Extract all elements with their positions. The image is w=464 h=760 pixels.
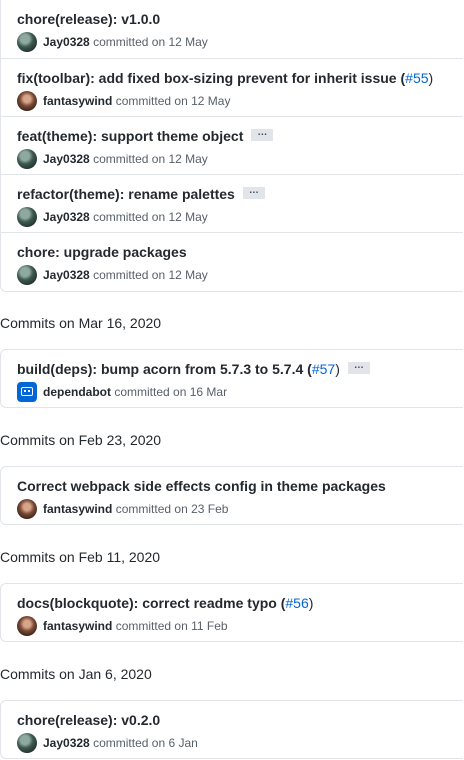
commit-group-date-header: Commits on Feb 11, 2020 [0, 549, 161, 565]
commit-action: committed [115, 94, 172, 108]
commit-action: committed [93, 736, 149, 750]
fantasywind-avatar[interactable] [17, 90, 37, 111]
commit-item: chore(release): v1.0.0 Jay0328 committed… [1, 0, 463, 58]
commit-author-link[interactable]: fantasywind [43, 502, 112, 516]
commit-action: committed [93, 268, 149, 282]
commit-author-link[interactable]: Jay0328 [43, 736, 90, 750]
commit-message-link[interactable]: chore(release): v1.0.0 [17, 11, 160, 27]
commit-author-link[interactable]: fantasywind [43, 94, 112, 108]
dependabot-avatar[interactable] [17, 381, 37, 402]
commit-message-end: ) [428, 70, 434, 86]
commit-item: docs(blockquote): correct readme typo (#… [1, 584, 463, 642]
commit-action: committed [93, 152, 149, 166]
commit-item: fix(toolbar): add fixed box-sizing preve… [1, 58, 463, 116]
commit-item: chore: upgrade packages Jay0328 committe… [1, 232, 463, 290]
jay0328-avatar[interactable] [17, 264, 37, 285]
commit-item: refactor(theme): rename palettes … Jay032… [1, 174, 463, 232]
commit-date: on 16 Mar [173, 385, 228, 399]
fantasywind-avatar[interactable] [17, 615, 37, 636]
jay0328-avatar[interactable] [17, 31, 37, 52]
commit-date: on 23 Feb [174, 502, 229, 516]
commit-message-link[interactable]: chore: upgrade packages [17, 244, 187, 260]
commit-item: chore(release): v0.2.0 Jay0328 committed… [1, 701, 463, 759]
commit-action: committed [115, 619, 172, 633]
commit-date: on 12 May [174, 94, 231, 108]
commit-group-box: chore(release): v0.2.0 Jay0328 committed… [0, 700, 463, 759]
commit-item: feat(theme): support theme object … Jay03… [1, 116, 463, 174]
commit-author-link[interactable]: fantasywind [43, 619, 112, 633]
commit-author-link[interactable]: dependabot [43, 385, 111, 399]
commit-item: build(deps): bump acorn from 5.7.3 to 5.… [1, 350, 463, 408]
commit-group-date-header: Commits on Jan 6, 2020 [0, 666, 152, 682]
commit-date: on 12 May [151, 210, 208, 224]
commit-message-end: ) [308, 595, 314, 611]
commit-group-box: Correct webpack side effects config in t… [0, 466, 463, 525]
pull-request-link[interactable]: #56 [285, 595, 308, 611]
commit-author-link[interactable]: Jay0328 [43, 210, 90, 224]
commit-group-date-header: Commits on Mar 16, 2020 [0, 315, 162, 331]
expand-message-button[interactable]: … [242, 186, 265, 200]
commit-message-link[interactable]: docs(blockquote): correct readme typo ( [17, 595, 285, 611]
commit-group-box: docs(blockquote): correct readme typo (#… [0, 583, 463, 642]
expand-message-button[interactable]: … [251, 128, 274, 142]
jay0328-avatar[interactable] [17, 148, 37, 169]
commit-message-link[interactable]: build(deps): bump acorn from 5.7.3 to 5.… [17, 361, 312, 377]
pull-request-link[interactable]: #55 [405, 70, 428, 86]
pull-request-link[interactable]: #57 [312, 361, 335, 377]
jay0328-avatar[interactable] [17, 732, 37, 753]
commit-message-link[interactable]: fix(toolbar): add fixed box-sizing preve… [17, 70, 405, 86]
commit-author-link[interactable]: Jay0328 [43, 35, 90, 49]
commit-message-link[interactable]: Correct webpack side effects config in t… [17, 478, 386, 494]
commit-author-link[interactable]: Jay0328 [43, 268, 90, 282]
commit-date: on 12 May [151, 35, 208, 49]
commit-action: committed [114, 385, 170, 399]
commit-message-link[interactable]: chore(release): v0.2.0 [17, 712, 160, 728]
commit-item: Correct webpack side effects config in t… [1, 467, 463, 525]
commit-group-box: build(deps): bump acorn from 5.7.3 to 5.… [0, 349, 463, 408]
fantasywind-avatar[interactable] [17, 498, 37, 519]
commit-action: committed [115, 502, 172, 516]
commit-date: on 12 May [151, 268, 208, 282]
commit-message-link[interactable]: feat(theme): support theme object [17, 128, 243, 144]
commit-date: on 12 May [151, 152, 208, 166]
expand-message-button[interactable]: … [347, 361, 370, 375]
jay0328-avatar[interactable] [17, 206, 37, 227]
commit-date: on 6 Jan [151, 736, 198, 750]
commit-author-link[interactable]: Jay0328 [43, 152, 90, 166]
commit-group-date-header: Commits on Feb 23, 2020 [0, 432, 162, 448]
commit-action: committed [93, 210, 149, 224]
commit-action: committed [93, 35, 149, 49]
commit-message-link[interactable]: refactor(theme): rename palettes [17, 186, 235, 202]
commit-date: on 11 Feb [174, 619, 228, 633]
commit-message-end: ) [335, 361, 340, 377]
commit-group-box: chore(release): v1.0.0 Jay0328 committed… [0, 0, 463, 292]
